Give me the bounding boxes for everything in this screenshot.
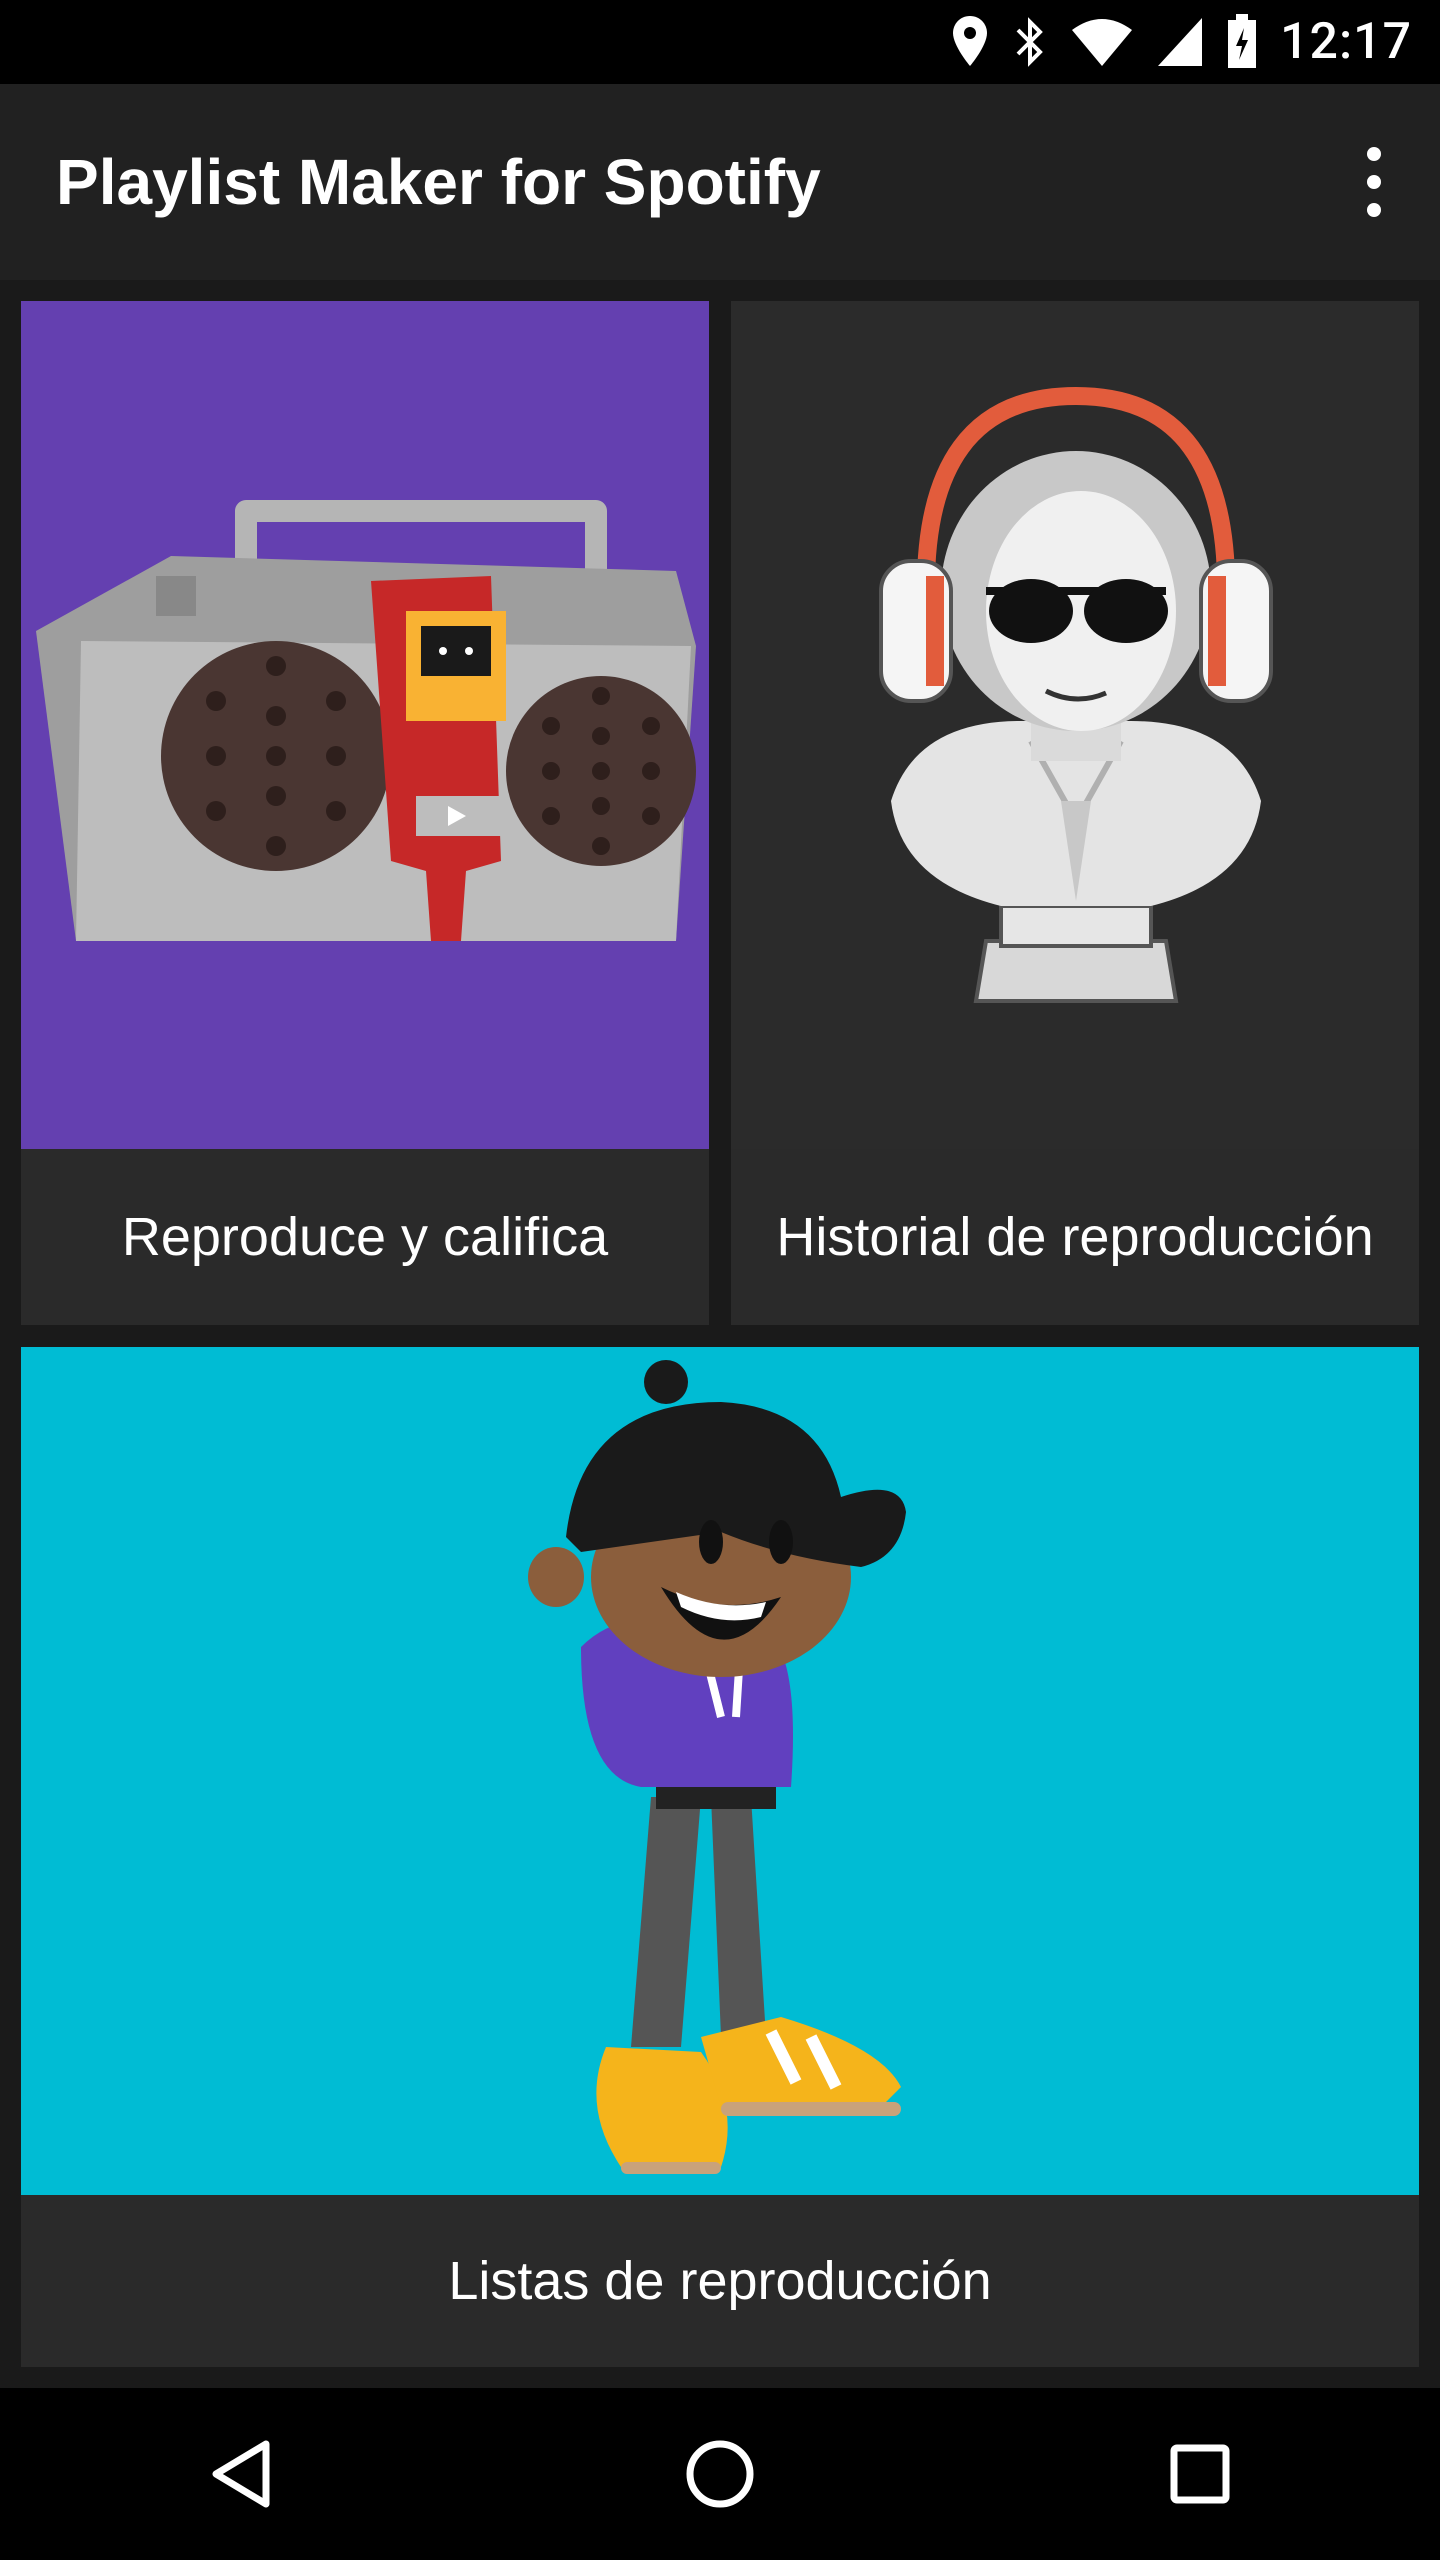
content-grid: Reproduce y califica Historial de reprod… — [0, 280, 1440, 2388]
card-caption: Reproduce y califica — [121, 1207, 609, 1267]
wifi-icon — [1072, 19, 1133, 66]
card-reproduce-y-califica[interactable]: Reproduce y califica — [21, 301, 709, 1325]
app-bar: Playlist Maker for Spotify — [0, 84, 1440, 280]
back-icon[interactable] — [180, 2414, 300, 2534]
bust-with-headphones-illustration — [731, 301, 1419, 1149]
battery-charging-icon — [1228, 14, 1257, 68]
status-bar: 12:17 — [0, 0, 1440, 84]
boombox-illustration — [21, 301, 709, 1149]
location-icon — [953, 16, 988, 66]
home-icon[interactable] — [660, 2414, 780, 2534]
more-vert-icon[interactable] — [1344, 132, 1404, 232]
navigation-bar — [0, 2388, 1440, 2560]
boy-with-cap-illustration — [21, 1347, 1419, 2195]
recents-icon[interactable] — [1140, 2414, 1260, 2534]
card-listas-de-reproduccion[interactable]: Listas de reproducción — [21, 1347, 1419, 2367]
card-caption: Historial de reproducción — [776, 1207, 1374, 1267]
card-caption: Listas de reproducción — [448, 2251, 992, 2311]
status-time: 12:17 — [1280, 13, 1412, 71]
signal-icon — [1158, 18, 1203, 66]
app-title: Playlist Maker for Spotify — [56, 146, 821, 218]
bluetooth-icon — [1016, 17, 1043, 67]
card-historial-de-reproduccion[interactable]: Historial de reproducción — [731, 301, 1419, 1325]
